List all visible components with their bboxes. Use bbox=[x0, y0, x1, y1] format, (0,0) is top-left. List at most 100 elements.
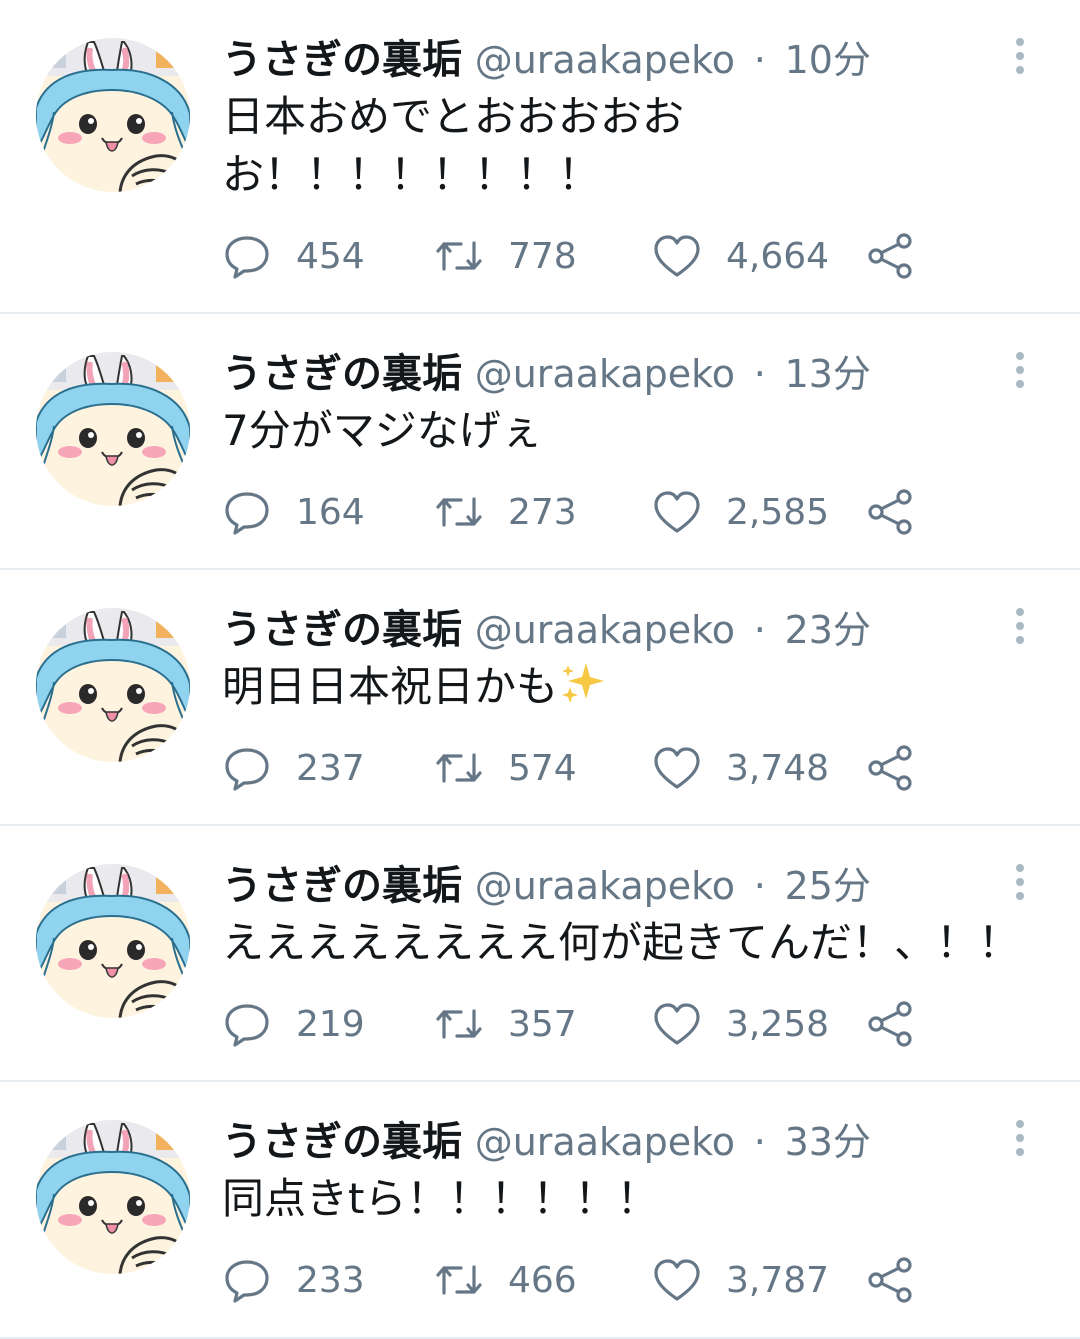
tweet-text: 7分がマジなげぇ bbox=[222, 406, 543, 455]
timestamp[interactable]: 10分 bbox=[785, 38, 871, 82]
reply-icon bbox=[225, 492, 269, 535]
reply-icon bbox=[225, 1004, 269, 1047]
retweet-count: 574 bbox=[508, 747, 577, 789]
share-button[interactable] bbox=[866, 740, 916, 796]
timeline: うさぎの裏垢 @uraakapeko · 10分 日本おめでとおおおおお お！！… bbox=[0, 0, 1080, 1339]
share-button[interactable] bbox=[866, 1252, 916, 1308]
share-button[interactable] bbox=[866, 484, 916, 540]
like-count: 3,748 bbox=[726, 747, 830, 789]
user-handle[interactable]: @uraakapeko bbox=[475, 1120, 735, 1164]
more-vertical-icon[interactable] bbox=[1008, 36, 1032, 76]
display-name[interactable]: うさぎの裏垢 bbox=[222, 1119, 462, 1165]
like-button[interactable]: 3,258 bbox=[652, 996, 829, 1052]
timestamp[interactable]: 33分 bbox=[785, 1120, 871, 1164]
share-icon bbox=[868, 1257, 912, 1303]
like-button[interactable]: 3,787 bbox=[652, 1252, 829, 1308]
reply-button[interactable]: 219 bbox=[222, 996, 365, 1052]
avatar[interactable] bbox=[36, 1120, 190, 1274]
more-vertical-icon[interactable] bbox=[1008, 606, 1032, 646]
share-icon bbox=[868, 489, 912, 535]
retweet-count: 466 bbox=[508, 1259, 577, 1301]
like-count: 4,664 bbox=[726, 235, 830, 277]
tweet-header: うさぎの裏垢 @uraakapeko · 13分 bbox=[222, 344, 871, 404]
display-name[interactable]: うさぎの裏垢 bbox=[222, 351, 462, 397]
retweet-button[interactable]: 574 bbox=[434, 740, 577, 796]
heart-icon bbox=[654, 1259, 700, 1301]
reply-button[interactable]: 233 bbox=[222, 1252, 365, 1308]
display-name[interactable]: うさぎの裏垢 bbox=[222, 37, 462, 83]
more-vertical-icon[interactable] bbox=[1008, 1118, 1032, 1158]
tweet-actions: 164 273 2,585 bbox=[222, 484, 922, 540]
reply-icon bbox=[225, 1260, 269, 1303]
reply-count: 237 bbox=[296, 747, 365, 789]
retweet-count: 357 bbox=[508, 1003, 577, 1045]
heart-icon bbox=[654, 1003, 700, 1045]
more-vertical-icon[interactable] bbox=[1008, 862, 1032, 902]
tweet-header: うさぎの裏垢 @uraakapeko · 10分 bbox=[222, 30, 871, 90]
like-button[interactable]: 2,585 bbox=[652, 484, 829, 540]
tweet-header: うさぎの裏垢 @uraakapeko · 23分 bbox=[222, 600, 871, 660]
like-button[interactable]: 4,664 bbox=[652, 228, 829, 284]
separator-dot: · bbox=[753, 864, 766, 908]
tweet[interactable]: うさぎの裏垢 @uraakapeko · 10分 日本おめでとおおおおお お！！… bbox=[0, 0, 1080, 314]
separator-dot: · bbox=[753, 352, 766, 396]
like-button[interactable]: 3,748 bbox=[652, 740, 829, 796]
like-count: 3,258 bbox=[726, 1003, 830, 1045]
tweet-text-content: 明日日本祝日かも bbox=[222, 662, 559, 711]
tweet-actions: 454 778 4,664 bbox=[222, 228, 922, 284]
timestamp[interactable]: 23分 bbox=[785, 608, 871, 652]
tweet-actions: 233 466 3,787 bbox=[222, 1252, 922, 1308]
avatar[interactable] bbox=[36, 864, 190, 1018]
share-icon bbox=[868, 1001, 912, 1047]
tweet-text: 日本おめでとおおおおお お！！！！！！！！ bbox=[222, 92, 685, 199]
retweet-count: 273 bbox=[508, 491, 577, 533]
avatar[interactable] bbox=[36, 38, 190, 192]
tweet-actions: 219 357 3,258 bbox=[222, 996, 922, 1052]
retweet-button[interactable]: 466 bbox=[434, 1252, 577, 1308]
avatar[interactable] bbox=[36, 352, 190, 506]
reply-button[interactable]: 164 bbox=[222, 484, 365, 540]
reply-count: 454 bbox=[296, 235, 365, 277]
retweet-button[interactable]: 273 bbox=[434, 484, 577, 540]
display-name[interactable]: うさぎの裏垢 bbox=[222, 607, 462, 653]
like-count: 3,787 bbox=[726, 1259, 830, 1301]
tweet-text: 明日日本祝日かも bbox=[222, 658, 1022, 716]
reply-icon bbox=[225, 748, 269, 791]
reply-count: 219 bbox=[296, 1003, 365, 1045]
user-handle[interactable]: @uraakapeko bbox=[475, 608, 735, 652]
separator-dot: · bbox=[753, 1120, 766, 1164]
avatar[interactable] bbox=[36, 608, 190, 762]
separator-dot: · bbox=[753, 608, 766, 652]
tweet[interactable]: うさぎの裏垢 @uraakapeko · 33分 同点きtら！！！！！！ 233… bbox=[0, 1082, 1080, 1339]
share-icon bbox=[868, 233, 912, 279]
user-handle[interactable]: @uraakapeko bbox=[475, 864, 735, 908]
reply-button[interactable]: 237 bbox=[222, 740, 365, 796]
heart-icon bbox=[654, 235, 700, 277]
heart-icon bbox=[654, 491, 700, 533]
more-vertical-icon[interactable] bbox=[1008, 350, 1032, 390]
tweet[interactable]: うさぎの裏垢 @uraakapeko · 25分 ええええええええ何が起きてんだ… bbox=[0, 826, 1080, 1082]
tweet-text: 同点きtら！！！！！！ bbox=[222, 1174, 659, 1223]
retweet-count: 778 bbox=[508, 235, 577, 277]
share-button[interactable] bbox=[866, 996, 916, 1052]
reply-count: 233 bbox=[296, 1259, 365, 1301]
user-handle[interactable]: @uraakapeko bbox=[475, 352, 735, 396]
retweet-icon bbox=[436, 1009, 482, 1039]
retweet-button[interactable]: 778 bbox=[434, 228, 577, 284]
retweet-icon bbox=[436, 1265, 482, 1295]
heart-icon bbox=[654, 747, 700, 789]
like-count: 2,585 bbox=[726, 491, 830, 533]
tweet[interactable]: うさぎの裏垢 @uraakapeko · 13分 7分がマジなげぇ 164 27… bbox=[0, 314, 1080, 570]
display-name[interactable]: うさぎの裏垢 bbox=[222, 863, 462, 909]
share-button[interactable] bbox=[866, 228, 916, 284]
retweet-button[interactable]: 357 bbox=[434, 996, 577, 1052]
tweet[interactable]: うさぎの裏垢 @uraakapeko · 23分 明日日本祝日かも 237 57… bbox=[0, 570, 1080, 826]
timestamp[interactable]: 13分 bbox=[785, 352, 871, 396]
tweet-header: うさぎの裏垢 @uraakapeko · 25分 bbox=[222, 856, 871, 916]
share-icon bbox=[868, 745, 912, 791]
timestamp[interactable]: 25分 bbox=[785, 864, 871, 908]
reply-button[interactable]: 454 bbox=[222, 228, 365, 284]
separator-dot: · bbox=[753, 38, 766, 82]
user-handle[interactable]: @uraakapeko bbox=[475, 38, 735, 82]
tweet-header: うさぎの裏垢 @uraakapeko · 33分 bbox=[222, 1112, 871, 1172]
